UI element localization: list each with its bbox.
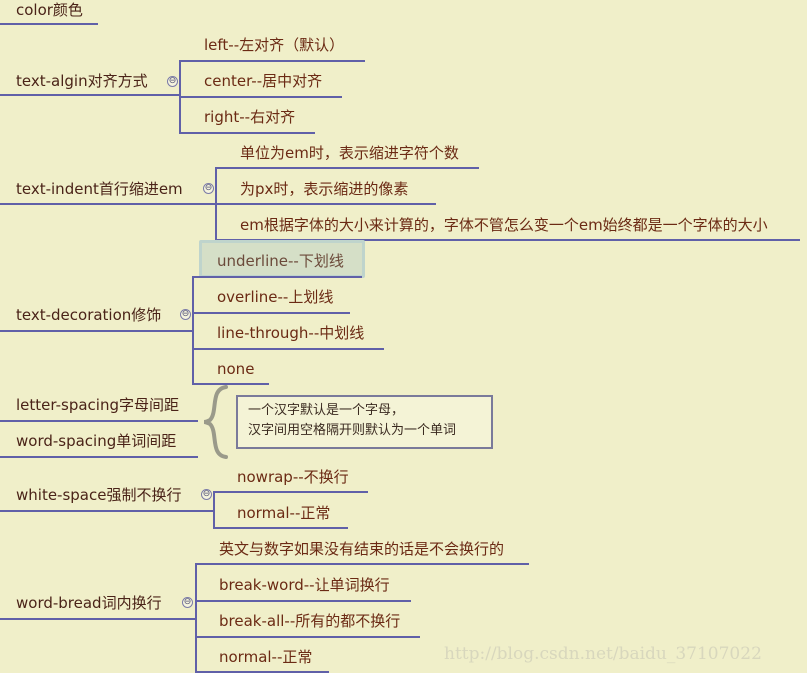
branch-connector <box>213 491 215 529</box>
child-underline <box>195 636 420 638</box>
child-no-break-note[interactable]: 英文与数字如果没有结束的话是不会换行的 <box>219 540 504 558</box>
brace-icon <box>203 385 228 459</box>
node-letter-spacing[interactable]: letter-spacing字母间距 <box>16 396 179 414</box>
child-normal[interactable]: normal--正常 <box>219 648 312 666</box>
child-underline <box>192 348 384 350</box>
child-overline[interactable]: overline--上划线 <box>217 288 333 306</box>
child-break-all[interactable]: break-all--所有的都不换行 <box>219 612 400 630</box>
node-underline <box>0 23 98 25</box>
spacing-note-box[interactable]: 一个汉字默认是一个字母， 汉字间用空格隔开则默认为一个单词 <box>236 395 493 449</box>
child-none[interactable]: none <box>217 360 254 378</box>
node-color[interactable]: color颜色 <box>16 1 83 19</box>
child-right[interactable]: right--右对齐 <box>204 108 295 126</box>
node-underline <box>0 330 193 332</box>
node-text-align[interactable]: text-algin对齐方式 <box>16 72 148 90</box>
child-nowrap[interactable]: nowrap--不换行 <box>237 468 349 486</box>
child-normal[interactable]: normal--正常 <box>237 504 330 522</box>
node-word-spacing[interactable]: word-spacing单词间距 <box>16 432 176 450</box>
branch-connector <box>195 564 197 673</box>
collapse-icon[interactable]: ⊖ <box>201 489 212 500</box>
child-em-unit[interactable]: 单位为em时，表示缩进字符个数 <box>240 144 459 162</box>
collapse-icon[interactable]: ⊖ <box>182 597 193 608</box>
child-underline <box>192 276 362 278</box>
child-underline <box>213 527 348 529</box>
node-text-indent[interactable]: text-indent首行缩进em <box>16 180 183 198</box>
collapse-icon[interactable]: ⊖ <box>180 309 191 320</box>
collapse-icon[interactable]: ⊖ <box>203 183 214 194</box>
child-underline <box>179 60 365 62</box>
note-line: 一个汉字默认是一个字母， <box>248 403 405 418</box>
child-underline <box>215 203 436 205</box>
node-underline <box>0 420 198 422</box>
child-underline <box>215 167 479 169</box>
child-underline <box>192 312 350 314</box>
child-underline <box>213 491 368 493</box>
child-underline <box>179 96 342 98</box>
child-line-through[interactable]: line-through--中划线 <box>217 324 364 342</box>
child-underline <box>195 600 411 602</box>
child-px-unit[interactable]: 为px时，表示缩进的像素 <box>240 180 408 198</box>
node-underline <box>0 94 180 96</box>
mind-map-canvas: color颜色 text-algin对齐方式 ⊖ left--左对齐（默认） c… <box>0 0 807 673</box>
child-underline <box>179 132 315 134</box>
branch-connector <box>192 276 194 384</box>
node-underline <box>0 510 214 512</box>
node-underline <box>0 456 198 458</box>
collapse-icon[interactable]: ⊖ <box>167 76 178 87</box>
child-underline <box>195 563 529 565</box>
node-text-decoration[interactable]: text-decoration修饰 <box>16 306 161 324</box>
child-center[interactable]: center--居中对齐 <box>204 72 322 90</box>
child-underline-option[interactable]: underline--下划线 <box>217 252 344 270</box>
note-line: 汉字间用空格隔开则默认为一个单词 <box>248 423 457 438</box>
node-underline <box>0 618 196 620</box>
child-em-note[interactable]: em根据字体的大小来计算的，字体不管怎么变一个em始终都是一个字体的大小 <box>240 216 768 234</box>
node-underline <box>0 203 216 205</box>
node-word-break[interactable]: word-bread词内换行 <box>16 594 162 612</box>
child-left[interactable]: left--左对齐（默认） <box>204 36 344 54</box>
watermark: http://blog.csdn.net/baidu_37107022 <box>444 644 762 664</box>
child-break-word[interactable]: break-word--让单词换行 <box>219 576 390 594</box>
node-white-space[interactable]: white-space强制不换行 <box>16 486 181 504</box>
